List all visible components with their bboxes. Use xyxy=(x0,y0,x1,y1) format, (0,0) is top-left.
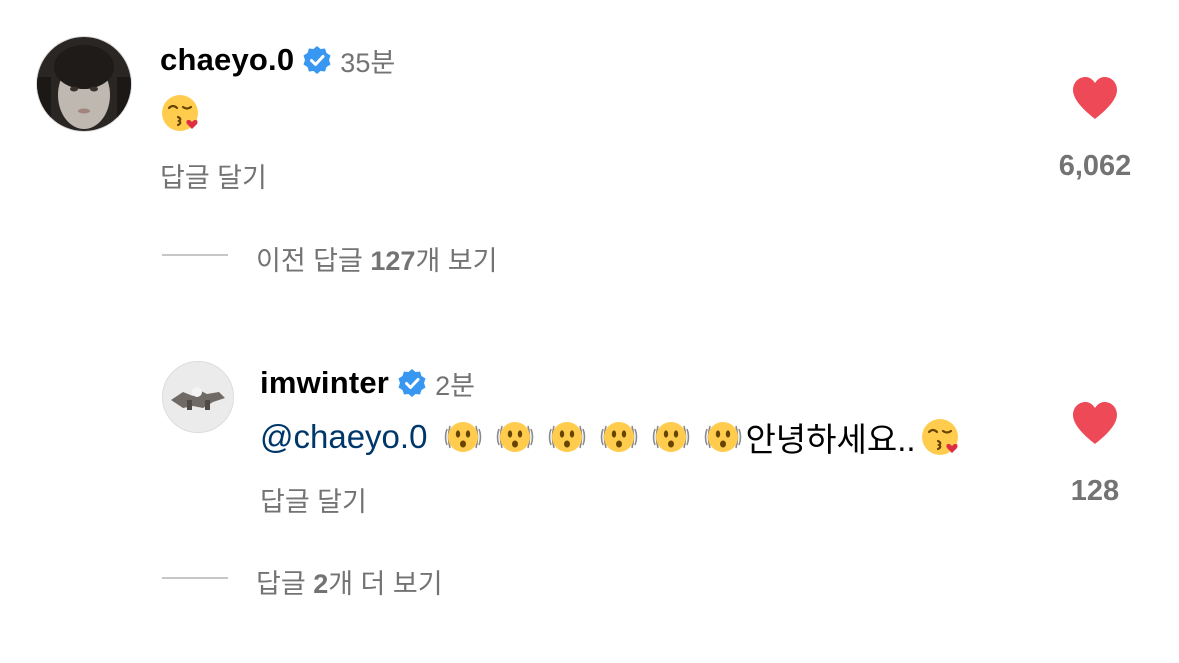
reply-username[interactable]: imwinter xyxy=(260,365,389,401)
mention-link[interactable]: @chaeyo.0 xyxy=(260,418,427,456)
divider-line xyxy=(162,254,228,256)
avatar-chaeyo[interactable] xyxy=(36,36,132,132)
comment-timestamp: 35분 xyxy=(340,47,396,78)
shaking-face-emoji-icon xyxy=(497,422,534,452)
shaking-face-emoji-row xyxy=(443,417,743,457)
reply-header: imwinter 2분 xyxy=(260,364,475,402)
shaking-face-emoji-icon xyxy=(705,422,742,452)
view-more-count: 2 xyxy=(313,569,329,599)
avatar-image xyxy=(37,37,131,131)
like-heart-icon[interactable] xyxy=(1071,401,1119,450)
like-count: 128 xyxy=(1070,475,1120,507)
view-previous-suffix: 개 보기 xyxy=(415,246,498,276)
shaking-face-emoji-icon xyxy=(653,422,690,452)
kissing-heart-emoji-icon xyxy=(921,419,958,455)
verified-badge-icon xyxy=(398,369,426,397)
kissing-heart-emoji-icon xyxy=(162,95,198,131)
reply-button[interactable]: 답글 달기 xyxy=(160,156,267,195)
reply-body: @chaeyo.0 안녕하세요.. xyxy=(260,414,962,460)
reply-timestamp: 2분 xyxy=(435,370,475,401)
like-heart-icon[interactable] xyxy=(1071,76,1119,125)
comment-header: chaeyo.0 35분 xyxy=(160,40,395,80)
view-previous-prefix: 이전 답글 xyxy=(256,246,371,276)
like-count: 6,062 xyxy=(1058,150,1132,182)
comment-username[interactable]: chaeyo.0 xyxy=(160,42,294,78)
shaking-face-emoji-icon xyxy=(601,422,638,452)
divider-line xyxy=(162,577,228,579)
view-previous-replies[interactable]: 이전 답글 127개 보기 xyxy=(256,239,497,278)
view-more-replies[interactable]: 답글 2개 더 보기 xyxy=(256,562,443,601)
avatar-imwinter[interactable] xyxy=(162,361,234,433)
view-more-prefix: 답글 xyxy=(256,569,314,599)
reply-button[interactable]: 답글 달기 xyxy=(260,480,367,519)
view-previous-count: 127 xyxy=(370,246,416,276)
shaking-face-emoji-icon xyxy=(549,422,586,452)
comment-body xyxy=(160,92,202,134)
shaking-face-emoji-icon xyxy=(445,422,482,452)
view-more-suffix: 개 더 보기 xyxy=(328,569,443,599)
avatar-image xyxy=(163,362,233,432)
verified-badge-icon xyxy=(303,46,331,74)
reply-text: 안녕하세요.. xyxy=(745,421,916,458)
